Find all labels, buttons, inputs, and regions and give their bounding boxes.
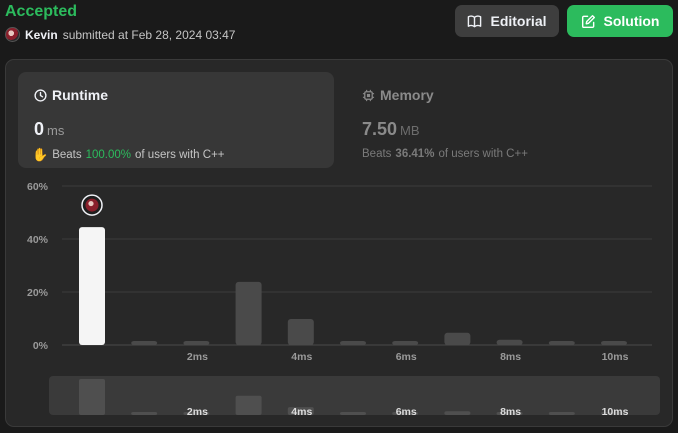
mini-tick-label: 2ms	[187, 406, 208, 418]
y-grid	[62, 185, 652, 346]
y-tick-label: 40%	[27, 234, 49, 246]
mini-chart: 2ms 4ms 6ms 8ms 10ms	[49, 376, 660, 418]
mini-bar-5ms	[340, 412, 366, 415]
y-tick-label: 60%	[27, 181, 49, 193]
bar-1ms	[131, 341, 158, 345]
edit-icon	[581, 14, 595, 28]
status-title: Accepted	[5, 3, 78, 20]
y-ticks: 0% 20% 40% 60%	[27, 181, 49, 352]
user-avatar[interactable]	[5, 27, 20, 42]
bar-3ms	[235, 281, 262, 345]
mini-bar-0ms	[79, 379, 105, 415]
x-ticks: 2ms 4ms 6ms 8ms 10ms	[187, 351, 629, 363]
solution-button[interactable]: Solution	[567, 5, 673, 37]
mini-tick-label: 8ms	[500, 406, 521, 418]
mini-bar-9ms	[548, 412, 575, 415]
user-marker-face	[88, 200, 94, 207]
result-panel: Runtime 0 ms ✋ Beats 100.00% of users wit…	[5, 59, 673, 427]
y-tick-label: 0%	[33, 340, 49, 352]
bar-2ms	[183, 341, 210, 345]
x-tick-label: 2ms	[187, 351, 208, 363]
mini-bar-1ms	[131, 412, 158, 415]
bar-0ms	[79, 227, 105, 345]
editorial-button[interactable]: Editorial	[455, 5, 559, 37]
bars	[79, 227, 627, 345]
bar-6ms	[392, 341, 419, 345]
bar-7ms	[444, 332, 471, 345]
user-name[interactable]: Kevin	[25, 28, 58, 42]
mini-bar-3ms	[235, 395, 262, 415]
mini-tick-label: 10ms	[602, 406, 629, 418]
mini-chart-track[interactable]	[49, 376, 660, 415]
submission-info: Kevin submitted at Feb 28, 2024 03:47	[5, 27, 235, 42]
bar-5ms	[340, 341, 366, 345]
bar-8ms	[496, 339, 523, 345]
mini-bar-7ms	[444, 411, 471, 415]
submitted-time: submitted at Feb 28, 2024 03:47	[62, 27, 236, 42]
x-tick-label: 6ms	[396, 351, 417, 363]
y-tick-label: 20%	[27, 287, 49, 299]
mini-tick-label: 4ms	[291, 406, 312, 418]
solution-label: Solution	[603, 13, 660, 29]
bar-10ms	[601, 341, 627, 345]
book-icon	[468, 14, 482, 27]
x-tick-label: 10ms	[602, 351, 629, 363]
x-tick-label: 8ms	[500, 351, 521, 363]
user-marker[interactable]	[81, 194, 103, 216]
editorial-label: Editorial	[490, 13, 547, 29]
bar-9ms	[548, 341, 575, 345]
mini-tick-label: 6ms	[396, 406, 417, 418]
runtime-distribution-chart: 0% 20% 40% 60% 2ms 4ms 6ms 8ms 10ms 2ms 4ms 6ms 8m…	[27, 181, 660, 418]
x-tick-label: 4ms	[291, 351, 312, 363]
bar-4ms	[287, 319, 314, 345]
